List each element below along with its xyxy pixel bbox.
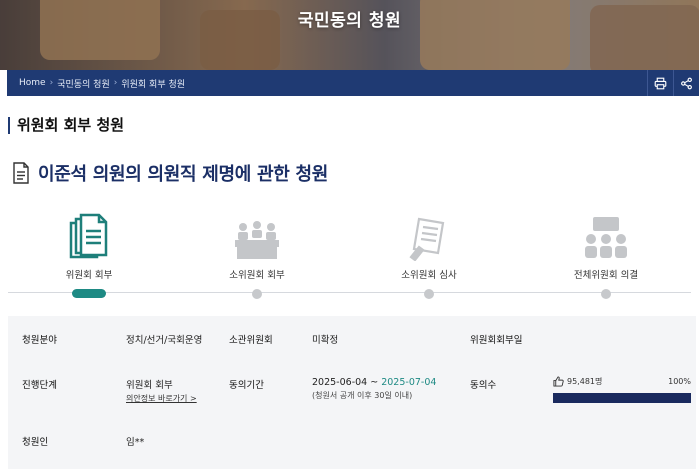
step-label: 위원회 회부 bbox=[65, 270, 113, 281]
row-divider bbox=[8, 416, 696, 417]
step-label: 소위원회 회부 bbox=[229, 270, 285, 281]
step-indicator bbox=[252, 289, 262, 299]
period-cell: 2025-06-04 ~ 2025-07-04 (청원서 공개 이후 30일 이… bbox=[312, 377, 436, 401]
step-indicator bbox=[601, 289, 611, 299]
stage-cell: 위원회 회부 의안정보 바로가기 > bbox=[126, 377, 197, 404]
share-icon bbox=[681, 77, 692, 89]
period-label: 동의기간 bbox=[229, 380, 264, 391]
agree-label: 동의수 bbox=[470, 380, 497, 391]
bill-info-link[interactable]: 의안정보 바로가기 > bbox=[126, 393, 197, 404]
breadcrumb-home[interactable]: Home bbox=[19, 78, 46, 88]
breadcrumb-petitions[interactable]: 국민동의 청원 bbox=[57, 77, 110, 90]
breadcrumb: Home › 국민동의 청원 › 위원회 회부 청원 bbox=[7, 77, 647, 90]
hero-title: 국민동의 청원 bbox=[297, 11, 402, 31]
documents-icon bbox=[69, 213, 108, 259]
thumbs-up-icon bbox=[553, 376, 564, 387]
share-button[interactable] bbox=[673, 70, 699, 96]
field-value: 정치/선거/국회운영 bbox=[126, 335, 203, 346]
chevron-right-icon: › bbox=[49, 78, 54, 88]
agree-progress: 95,481명 100% bbox=[553, 376, 691, 403]
breadcrumb-bar: Home › 국민동의 청원 › 위원회 회부 청원 bbox=[7, 70, 699, 96]
progress-steps: 위원회 회부 소위원회 회부 소위원회 심사 전체위원회 의결 bbox=[0, 205, 699, 305]
period-end: 2025-07-04 bbox=[381, 377, 437, 388]
stage-label: 진행단계 bbox=[22, 380, 57, 391]
printer-icon bbox=[654, 77, 667, 89]
agree-progress-bar bbox=[553, 393, 691, 403]
step-label: 소위원회 심사 bbox=[401, 270, 457, 281]
petitioner-value: 임** bbox=[126, 437, 145, 448]
period-start: 2025-06-04 ~ bbox=[312, 377, 382, 388]
step-full-committee-vote: 전체위원회 의결 bbox=[546, 205, 666, 299]
row-divider bbox=[8, 361, 696, 362]
meeting-icon bbox=[235, 221, 279, 259]
breadcrumb-current[interactable]: 위원회 회부 청원 bbox=[121, 77, 185, 90]
period-note: (청원서 공개 이후 30일 이내) bbox=[312, 391, 413, 400]
chevron-right-icon: › bbox=[113, 78, 118, 88]
review-icon bbox=[409, 217, 445, 261]
field-label: 청원분야 bbox=[22, 335, 57, 346]
document-icon bbox=[13, 162, 29, 184]
petition-title: 이준석 의원의 의원직 제명에 관한 청원 bbox=[38, 164, 328, 185]
step-indicator-active bbox=[72, 289, 106, 298]
section-title: 위원회 회부 청원 bbox=[8, 117, 124, 134]
step-subcommittee-referral: 소위원회 회부 bbox=[197, 205, 317, 299]
referral-date-label: 위원회회부일 bbox=[470, 335, 523, 346]
step-subcommittee-review: 소위원회 심사 bbox=[369, 205, 489, 299]
agree-percent: 100% bbox=[668, 377, 691, 386]
petitioner-label: 청원인 bbox=[22, 437, 49, 448]
print-button[interactable] bbox=[647, 70, 673, 96]
step-label: 전체위원회 의결 bbox=[573, 270, 639, 281]
agree-progress-fill bbox=[553, 393, 691, 403]
committee-label: 소관위원회 bbox=[229, 335, 273, 346]
petition-info-table: 청원분야 정치/선거/국회운영 소관위원회 미확정 위원회회부일 진행단계 위원… bbox=[8, 316, 696, 469]
committee-value: 미확정 bbox=[312, 335, 339, 346]
petition-heading: 이준석 의원의 의원직 제명에 관한 청원 bbox=[12, 160, 328, 186]
step-indicator bbox=[424, 289, 434, 299]
stage-value: 위원회 회부 bbox=[126, 380, 173, 391]
step-committee-referral: 위원회 회부 bbox=[29, 205, 149, 298]
hero-banner: 국민동의 청원 bbox=[0, 0, 699, 70]
agree-count: 95,481명 bbox=[567, 377, 603, 386]
people-icon bbox=[585, 217, 627, 258]
